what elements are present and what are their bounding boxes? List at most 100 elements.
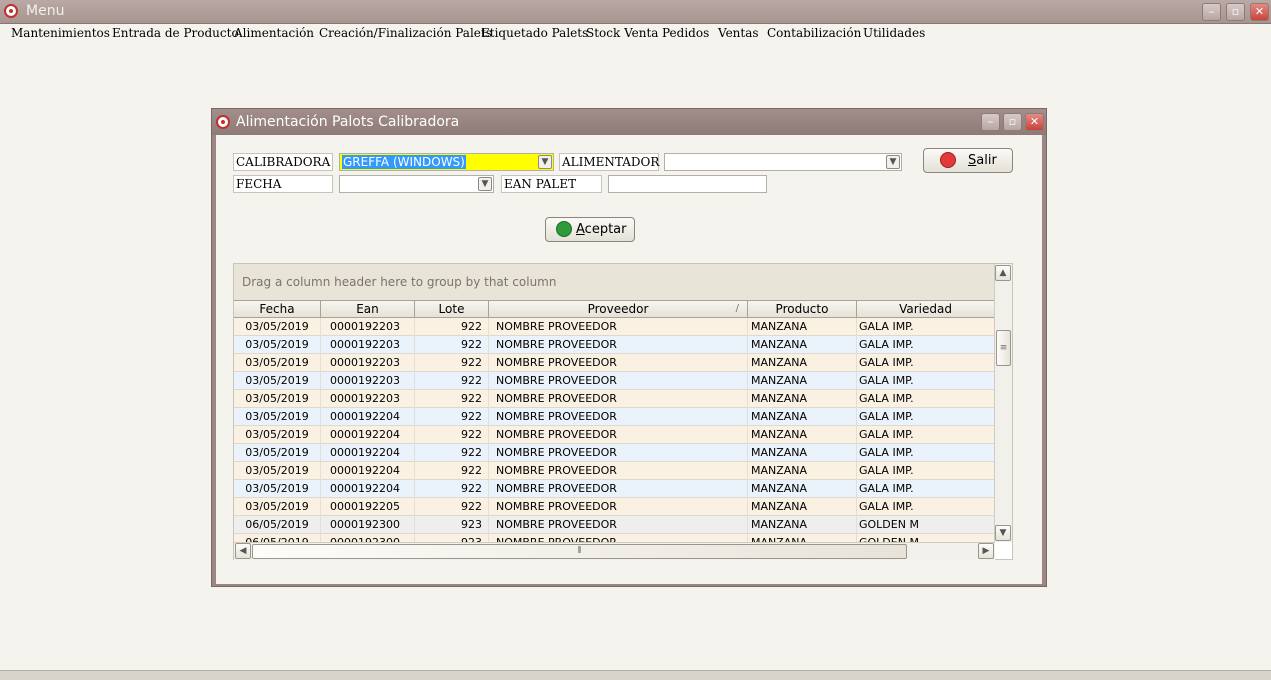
cell-lote: 923 — [415, 534, 489, 542]
cell-variedad: GALA IMP. — [857, 498, 995, 516]
cell-ean: 0000192300 — [321, 516, 415, 534]
menu-stock-venta[interactable]: Stock Venta — [586, 26, 658, 40]
close-button[interactable]: ✕ — [1250, 3, 1269, 21]
calibradora-combo[interactable]: GREFFA (WINDOWS) ▼ — [339, 153, 554, 171]
menu-etiquetado-palets[interactable]: Etiquetado Palets — [481, 26, 588, 40]
cell-fecha: 03/05/2019 — [234, 354, 321, 372]
menu-pedidos[interactable]: Pedidos — [662, 26, 709, 40]
proveedor-header-label: Proveedor — [587, 302, 649, 316]
cell-lote: 922 — [415, 318, 489, 336]
cell-proveedor: NOMBRE PROVEEDOR — [489, 408, 748, 426]
column-header-lote[interactable]: Lote — [415, 300, 489, 318]
menu-alimentacion[interactable]: Alimentación — [234, 26, 314, 40]
menu-creacion-palets[interactable]: Creación/Finalización Palets — [319, 26, 492, 40]
column-header-ean[interactable]: Ean — [321, 300, 415, 318]
horizontal-scrollbar[interactable]: ◀ ⦀ ▶ — [234, 542, 995, 560]
chevron-down-icon[interactable]: ▼ — [886, 155, 900, 169]
grid-header: Fecha Ean Lote Proveedor / Producto Vari… — [234, 300, 995, 318]
ean-palet-label: EAN PALET — [501, 175, 602, 193]
table-row[interactable]: 03/05/2019 0000192205 922 NOMBRE PROVEEDOR M… — [234, 498, 995, 516]
table-row[interactable]: 03/05/2019 0000192203 922 NOMBRE PROVEEDOR M… — [234, 336, 995, 354]
cell-variedad: GALA IMP. — [857, 480, 995, 498]
table-row[interactable]: 06/05/20190000192300923NOMBRE PROVEEDORM… — [234, 534, 995, 542]
chevron-down-icon[interactable]: ▼ — [478, 177, 492, 191]
data-grid: Drag a column header here to group by th… — [233, 263, 1013, 560]
cell-variedad: GOLDEN M — [857, 534, 995, 542]
cell-proveedor: NOMBRE PROVEEDOR — [489, 462, 748, 480]
minimize-button[interactable]: – — [1202, 3, 1221, 21]
cell-fecha: 03/05/2019 — [234, 498, 321, 516]
cell-ean: 0000192204 — [321, 444, 415, 462]
fecha-value: / / : : — [350, 191, 411, 192]
salir-button[interactable]: Salir — [923, 148, 1013, 173]
menu-ventas[interactable]: Ventas — [718, 26, 759, 40]
cell-producto: MANZANA — [748, 534, 857, 542]
cell-producto: MANZANA — [748, 462, 857, 480]
cell-lote: 922 — [415, 354, 489, 372]
dialog-logo-icon[interactable] — [216, 115, 230, 129]
bottom-border — [0, 670, 1271, 680]
ean-palet-input[interactable] — [608, 175, 767, 193]
cell-fecha: 03/05/2019 — [234, 318, 321, 336]
scroll-right-icon[interactable]: ▶ — [978, 543, 994, 559]
table-row[interactable]: 06/05/20190000192300923NOMBRE PROVEEDORM… — [234, 516, 995, 534]
column-header-proveedor[interactable]: Proveedor / — [489, 300, 748, 318]
app-logo-icon[interactable] — [4, 4, 18, 18]
dialog-title: Alimentación Palots Calibradora — [236, 114, 460, 130]
alimentador-combo[interactable]: ▼ — [664, 153, 902, 171]
grid-rows: 03/05/2019 0000192203 922 NOMBRE PROVEEDOR M… — [234, 318, 995, 542]
cell-producto: MANZANA — [748, 516, 857, 534]
scroll-up-icon[interactable]: ▲ — [995, 265, 1011, 281]
cell-ean: 0000192203 — [321, 318, 415, 336]
table-row[interactable]: 03/05/2019 0000192204 922 NOMBRE PROVEEDOR M… — [234, 480, 995, 498]
dialog-minimize-button[interactable]: – — [981, 113, 1000, 131]
salir-label: Salir — [968, 153, 997, 168]
cell-fecha: 03/05/2019 — [234, 462, 321, 480]
table-row[interactable]: 03/05/2019 0000192204 922 NOMBRE PROVEEDOR M… — [234, 444, 995, 462]
cell-ean: 0000192205 — [321, 498, 415, 516]
table-row[interactable]: 03/05/2019 0000192203 922 NOMBRE PROVEEDOR M… — [234, 372, 995, 390]
group-by-panel[interactable]: Drag a column header here to group by th… — [234, 264, 995, 300]
fecha-picker[interactable]: / / : : ▼ — [339, 175, 494, 193]
cell-variedad: GALA IMP. — [857, 354, 995, 372]
cell-fecha: 06/05/2019 — [234, 516, 321, 534]
table-row[interactable]: 03/05/2019 0000192203 922 NOMBRE PROVEEDOR M… — [234, 390, 995, 408]
cell-ean: 0000192300 — [321, 534, 415, 542]
table-row[interactable]: 03/05/2019 0000192204 922 NOMBRE PROVEEDOR M… — [234, 408, 995, 426]
vertical-scroll-thumb[interactable]: ≡ — [996, 330, 1011, 366]
cell-proveedor: NOMBRE PROVEEDOR — [489, 354, 748, 372]
column-header-fecha[interactable]: Fecha — [234, 300, 321, 318]
table-row[interactable]: 03/05/2019 0000192204 922 NOMBRE PROVEEDOR M… — [234, 462, 995, 480]
table-row[interactable]: 03/05/2019 0000192204 922 NOMBRE PROVEEDOR M… — [234, 426, 995, 444]
cell-proveedor: NOMBRE PROVEEDOR — [489, 372, 748, 390]
vertical-scrollbar[interactable]: ▲ ≡ ▼ — [994, 264, 1012, 542]
main-window-title: Menu — [26, 3, 65, 19]
dialog-close-button[interactable]: ✕ — [1025, 113, 1044, 131]
cell-variedad: GALA IMP. — [857, 408, 995, 426]
sort-indicator-icon: / — [735, 303, 739, 314]
horizontal-scroll-thumb[interactable]: ⦀ — [252, 544, 907, 559]
table-row[interactable]: 03/05/2019 0000192203 922 NOMBRE PROVEEDOR M… — [234, 318, 995, 336]
chevron-down-icon[interactable]: ▼ — [538, 155, 552, 169]
cell-proveedor: NOMBRE PROVEEDOR — [489, 318, 748, 336]
menu-utilidades[interactable]: Utilidades — [863, 26, 925, 40]
cell-variedad: GALA IMP. — [857, 426, 995, 444]
menu-entrada-producto[interactable]: Entrada de Producto — [112, 26, 239, 40]
cell-lote: 922 — [415, 408, 489, 426]
scroll-left-icon[interactable]: ◀ — [235, 543, 251, 559]
menu-mantenimientos[interactable]: Mantenimientos — [11, 26, 110, 40]
dialog-maximize-button[interactable]: ▫ — [1003, 113, 1022, 131]
maximize-button[interactable]: ▫ — [1226, 3, 1245, 21]
cell-lote: 922 — [415, 372, 489, 390]
cell-fecha: 03/05/2019 — [234, 390, 321, 408]
menu-contabilizacion[interactable]: Contabilización — [767, 26, 861, 40]
column-header-variedad[interactable]: Variedad — [857, 300, 995, 318]
table-row[interactable]: 03/05/2019 0000192203 922 NOMBRE PROVEEDOR M… — [234, 354, 995, 372]
cell-proveedor: NOMBRE PROVEEDOR — [489, 534, 748, 542]
cell-lote: 922 — [415, 426, 489, 444]
scroll-down-icon[interactable]: ▼ — [995, 525, 1011, 541]
cell-fecha: 03/05/2019 — [234, 444, 321, 462]
aceptar-button[interactable]: Aceptar — [545, 217, 635, 242]
column-header-producto[interactable]: Producto — [748, 300, 857, 318]
cell-variedad: GALA IMP. — [857, 336, 995, 354]
